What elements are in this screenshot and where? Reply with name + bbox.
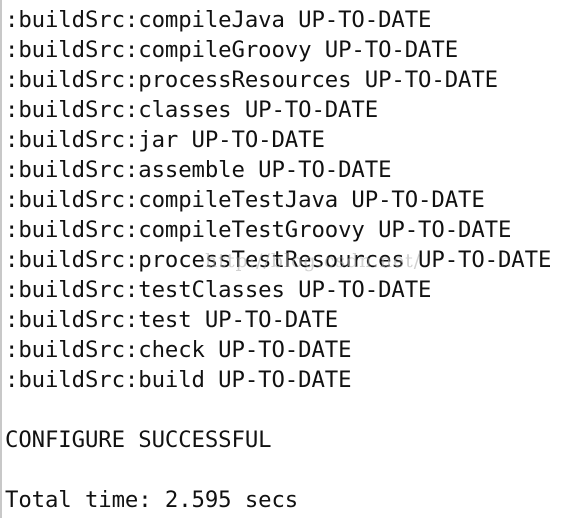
output-line: :buildSrc:check UP-TO-DATE [5, 337, 352, 363]
output-line: :buildSrc:classes UP-TO-DATE [5, 97, 379, 123]
output-line: :buildSrc:test UP-TO-DATE [5, 307, 339, 333]
output-line: :buildSrc:jar UP-TO-DATE [5, 127, 325, 153]
window-left-border [0, 0, 2, 518]
output-line: :buildSrc:compileTestGroovy UP-TO-DATE [5, 217, 512, 243]
output-line: :buildSrc:compileGroovy UP-TO-DATE [5, 37, 459, 63]
output-line: :buildSrc:assemble UP-TO-DATE [5, 157, 392, 183]
output-line: :buildSrc:processResources UP-TO-DATE [5, 67, 498, 93]
watermark: http://blog.csdn.net/ [205, 250, 422, 272]
output-line: :buildSrc:build UP-TO-DATE [5, 367, 352, 393]
total-time-line: Total time: 2.595 secs [5, 487, 299, 513]
output-line: :buildSrc:compileJava UP-TO-DATE [5, 7, 432, 33]
configure-status-line: CONFIGURE SUCCESSFUL [5, 427, 272, 453]
output-line: :buildSrc:testClasses UP-TO-DATE [5, 277, 432, 303]
output-line: :buildSrc:compileTestJava UP-TO-DATE [5, 187, 485, 213]
